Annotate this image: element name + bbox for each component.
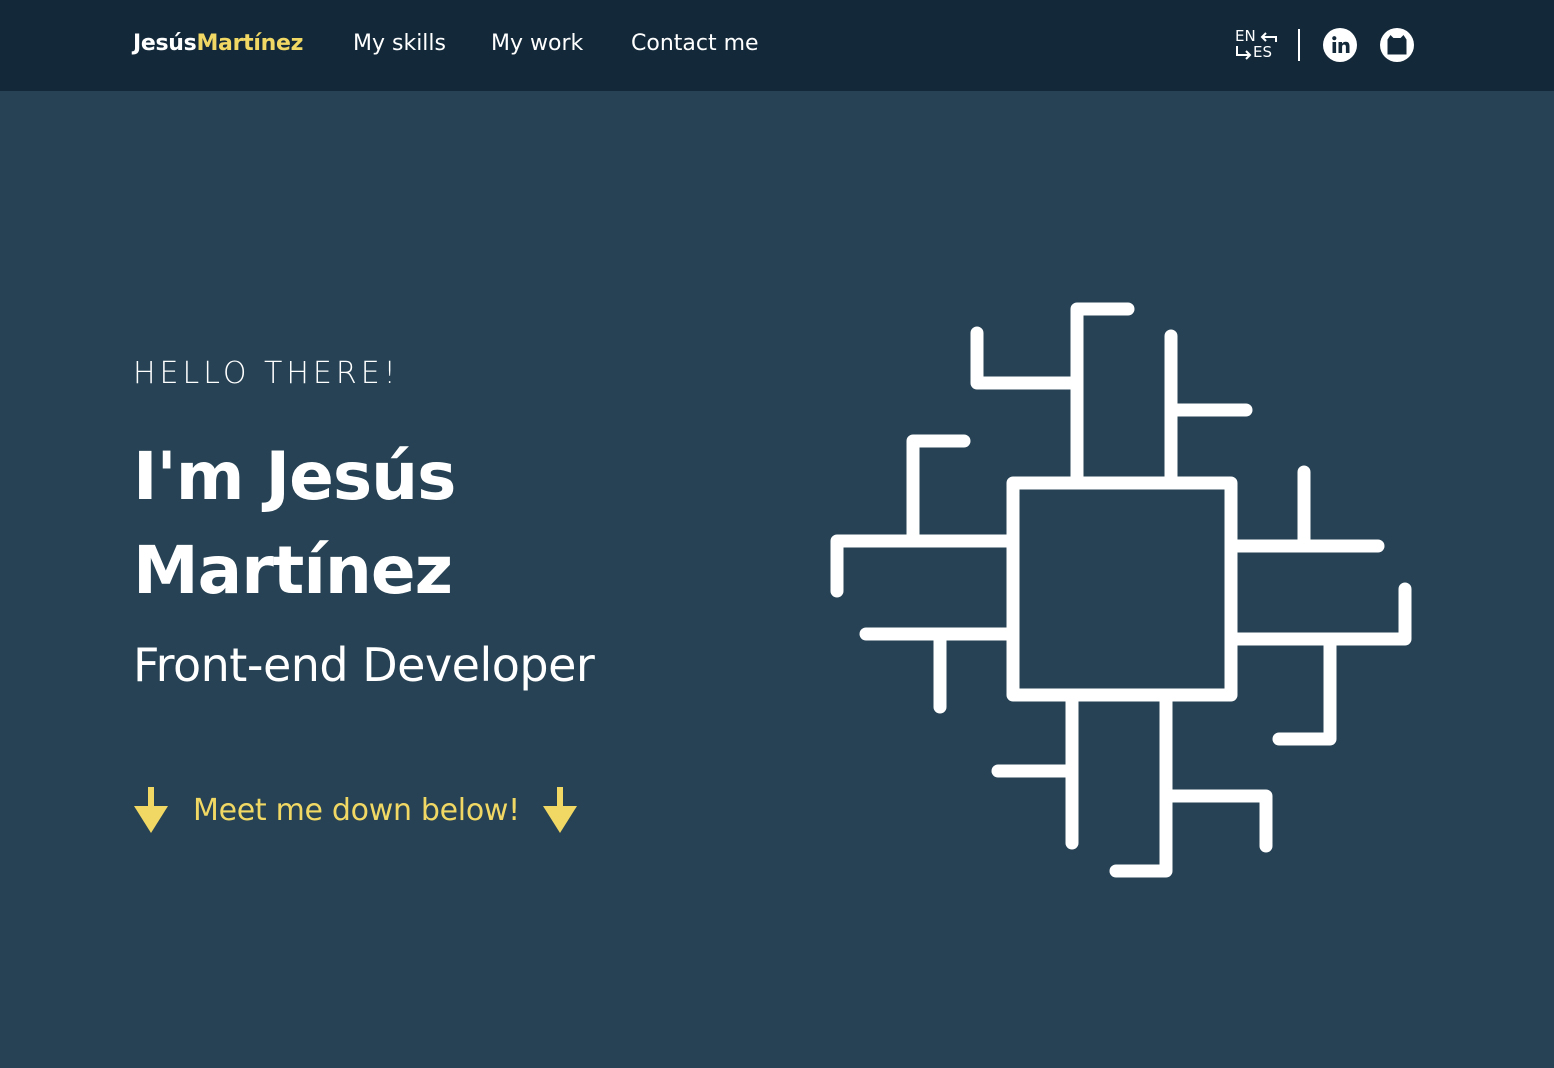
linkedin-icon <box>1323 28 1357 62</box>
brand-logo[interactable]: JesúsMartínez <box>133 31 303 56</box>
nav-divider <box>1298 29 1300 61</box>
top-navbar: JesúsMartínez My skills My work Contact … <box>0 0 1554 91</box>
hero-role: Front-end Developer <box>133 638 595 692</box>
arrow-down-icon <box>134 787 168 833</box>
scroll-down-link[interactable]: Meet me down below! <box>133 786 578 834</box>
nav-link-contact[interactable]: Contact me <box>631 31 759 56</box>
github-link[interactable] <box>1380 28 1414 62</box>
circuit-chip-icon <box>830 302 1412 878</box>
nav-link-skills[interactable]: My skills <box>353 31 446 56</box>
hero-name-line-1: I'm Jesús <box>133 438 456 515</box>
github-icon <box>1380 28 1414 62</box>
swap-arrows-icon <box>1236 32 1277 60</box>
language-toggle-button[interactable]: EN ES <box>1233 28 1279 62</box>
scroll-down-label: Meet me down below! <box>193 792 520 828</box>
linkedin-link[interactable] <box>1323 28 1357 62</box>
hero-name-line-2: Martínez <box>133 532 453 609</box>
nav-link-work[interactable]: My work <box>491 31 583 56</box>
brand-last-name: Martínez <box>196 31 304 56</box>
hero-name: I'm Jesús Martínez <box>133 430 456 618</box>
hero-greeting: HELLO THERE! <box>133 356 400 391</box>
arrow-down-icon <box>542 787 577 833</box>
brand-first-name: Jesús <box>133 31 197 56</box>
